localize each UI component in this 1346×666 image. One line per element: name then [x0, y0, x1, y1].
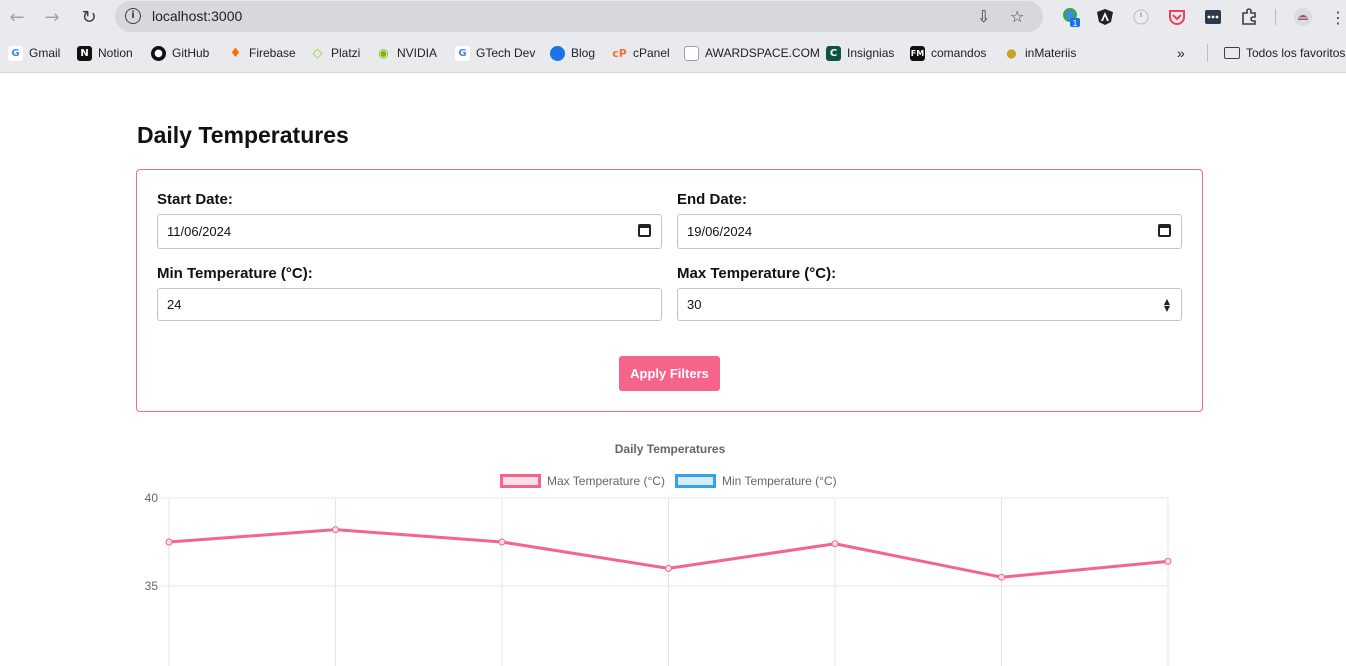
toolbar-divider [1275, 9, 1276, 25]
bookmark-label: GTech Dev [476, 46, 536, 60]
back-icon[interactable]: ← [5, 5, 29, 29]
data-point [1164, 557, 1172, 565]
bookmark-label: NVIDIA [397, 46, 438, 60]
bookmark-label: Firebase [249, 46, 296, 60]
bookmark-nvidia[interactable]: ◉ NVIDIA [376, 45, 437, 61]
extension-pocket-icon[interactable] [1166, 6, 1188, 28]
y-tick-label: 35 [145, 579, 159, 593]
data-point [165, 538, 173, 546]
bookmarks-divider [1207, 44, 1208, 62]
inmateriis-icon: ● [1006, 46, 1017, 60]
bookmark-label: GitHub [172, 46, 210, 60]
github-icon: ● [151, 45, 166, 61]
bookmark-inmateriis[interactable]: ● inMateriis [1004, 45, 1076, 61]
awardspace-icon [684, 45, 699, 61]
blog-icon [550, 45, 565, 61]
bookmark-label: inMateriis [1025, 46, 1077, 60]
temperature-chart: 40 35 [145, 491, 1172, 666]
browser-menu-icon[interactable]: ⋮ [1327, 6, 1346, 28]
google-icon: G [8, 45, 23, 61]
browser-toolbar: ← → ↻ i localhost:3000 ⇩ ☆ 1 ⋮ [0, 0, 1346, 34]
page-content: Daily Temperatures Start Date: 11/06/202… [0, 74, 1346, 666]
extension-translate-icon[interactable]: 1 [1060, 6, 1082, 28]
bookmark-label: cPanel [633, 46, 670, 60]
bookmark-star-icon[interactable]: ☆ [1010, 7, 1024, 26]
data-point [498, 538, 506, 546]
all-bookmarks-label: Todos los favoritos [1246, 46, 1346, 60]
bookmark-firebase[interactable]: ♦ Firebase [228, 45, 296, 61]
folder-icon [1224, 47, 1240, 59]
bookmark-gmail[interactable]: G Gmail [8, 45, 60, 61]
more-bookmarks-icon[interactable]: » [1177, 45, 1185, 61]
extensions-puzzle-icon[interactable] [1238, 6, 1260, 28]
all-bookmarks-folder[interactable]: Todos los favoritos [1224, 45, 1345, 61]
address-bar[interactable]: i localhost:3000 ⇩ ☆ [115, 1, 1043, 32]
reload-icon[interactable]: ↻ [77, 5, 101, 29]
bookmark-label: comandos [931, 46, 987, 60]
y-tick-label: 40 [145, 491, 159, 505]
bookmark-comandos[interactable]: FM comandos [910, 45, 986, 61]
bookmark-label: Notion [98, 46, 133, 60]
bookmark-github[interactable]: ● GitHub [151, 45, 209, 61]
bookmark-insignias[interactable]: C Insignias [826, 45, 894, 61]
url-text[interactable]: localhost:3000 [152, 8, 242, 24]
google-icon: G [455, 45, 470, 61]
bookmark-label: Blog [571, 46, 596, 60]
bookmark-blog[interactable]: Blog [550, 45, 595, 61]
profile-avatar-icon[interactable] [1292, 6, 1314, 28]
bookmark-label: Insignias [847, 46, 895, 60]
insignias-icon: C [826, 45, 841, 61]
firebase-icon: ♦ [229, 45, 242, 61]
platzi-icon: ◇ [312, 45, 323, 61]
data-point [998, 573, 1005, 581]
extension-clock-icon[interactable] [1130, 6, 1152, 28]
data-point [332, 526, 339, 534]
bookmark-gtech-dev[interactable]: G GTech Dev [455, 45, 535, 61]
fm-icon: FM [910, 45, 925, 61]
notion-icon: N [77, 45, 92, 61]
extension-angular-icon[interactable] [1094, 6, 1116, 28]
bookmark-label: AWARDSPACE.COM [705, 46, 820, 60]
bookmark-platzi[interactable]: ◇ Platzi [310, 45, 361, 61]
bookmark-notion[interactable]: N Notion [77, 45, 133, 61]
bookmarks-bar: G Gmail N Notion ● GitHub ♦ Firebase ◇ Platzi… [0, 34, 1346, 73]
extension-dots-icon[interactable] [1202, 6, 1224, 28]
bookmark-cpanel[interactable]: cP cPanel [612, 45, 670, 61]
extension-badge: 1 [1072, 19, 1077, 27]
data-point [665, 564, 672, 572]
forward-icon[interactable]: → [40, 5, 64, 29]
bookmark-label: Platzi [331, 46, 361, 60]
cpanel-icon: cP [612, 46, 627, 60]
nvidia-icon: ◉ [378, 46, 389, 60]
install-app-icon[interactable]: ⇩ [977, 7, 990, 26]
data-point [831, 540, 839, 548]
bookmark-label: Gmail [29, 46, 61, 60]
site-info-icon[interactable]: i [125, 8, 141, 24]
bookmark-awardspace[interactable]: AWARDSPACE.COM [684, 45, 820, 61]
